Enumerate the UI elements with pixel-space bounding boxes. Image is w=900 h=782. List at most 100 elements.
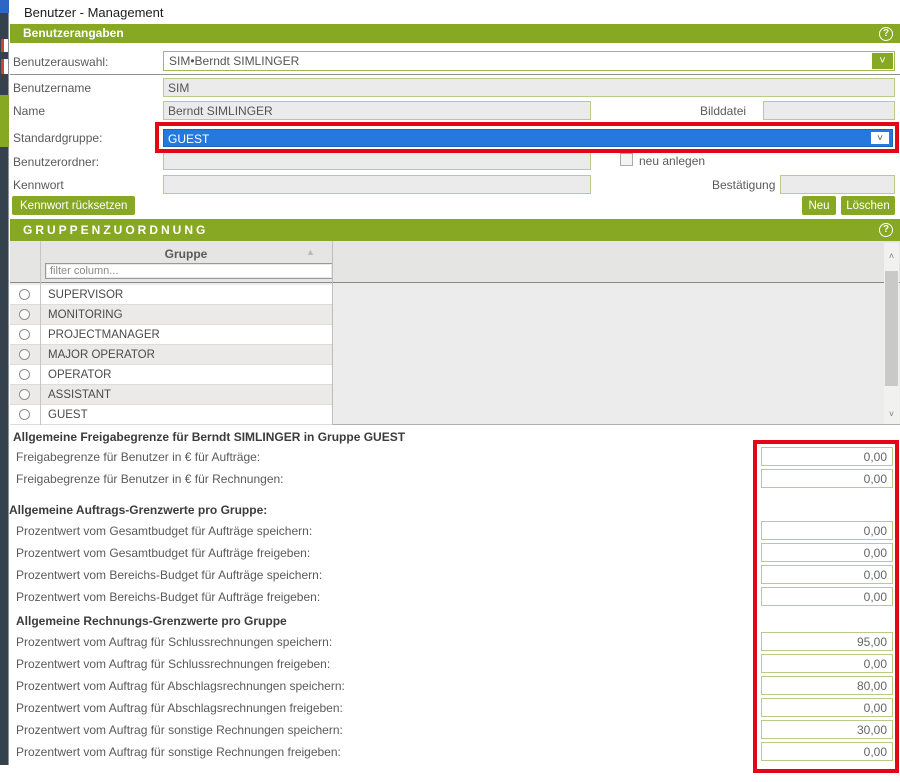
group-radio[interactable] (19, 389, 30, 400)
group-radio[interactable] (19, 369, 30, 380)
scroll-up-icon[interactable]: ˄ (884, 249, 899, 264)
group-name: OPERATOR (48, 369, 111, 381)
table-row[interactable]: SUPERVISOR (10, 285, 332, 305)
limit-value-field[interactable] (761, 521, 893, 540)
group-name: SUPERVISOR (48, 289, 123, 301)
benutzerordner-field[interactable] (163, 151, 591, 170)
scrollbar-thumb[interactable] (885, 271, 898, 386)
group-radio[interactable] (19, 329, 30, 340)
limit-value-field[interactable] (761, 469, 893, 488)
standardgruppe-label: Standardgruppe: (13, 131, 102, 145)
kennwort-field[interactable] (163, 175, 591, 194)
benutzername-label: Benutzername (13, 81, 91, 95)
table-row[interactable]: PROJECTMANAGER (10, 325, 332, 345)
kennwort-label: Kennwort (13, 178, 64, 192)
group-table-header: Gruppe ▲ (10, 241, 900, 283)
table-row[interactable]: MAJOR OPERATOR (10, 345, 332, 365)
bestaetigung-field[interactable] (780, 175, 895, 194)
standardgruppe-value: GUEST (168, 132, 209, 146)
filter-column-input[interactable] (45, 263, 333, 279)
bilddatei-field[interactable] (763, 101, 895, 120)
limit-value-field[interactable] (761, 676, 893, 695)
section-divider (10, 74, 900, 75)
table-row[interactable]: GUEST (10, 405, 332, 425)
limit-value-field[interactable] (761, 720, 893, 739)
limit-value-field[interactable] (761, 698, 893, 717)
group-radio[interactable] (19, 349, 30, 360)
benutzerangaben-header: Benutzerangaben ? (10, 24, 900, 43)
neu-button[interactable]: Neu (802, 196, 836, 215)
table-row[interactable]: MONITORING (10, 305, 332, 325)
cell-divider (40, 385, 41, 405)
limit-value-field[interactable] (761, 565, 893, 584)
cell-divider (40, 325, 41, 345)
cell-divider (40, 365, 41, 385)
limit-value-field[interactable] (761, 632, 893, 651)
table-row[interactable]: OPERATOR (10, 365, 332, 385)
name-label: Name (13, 104, 45, 118)
benutzername-field[interactable] (163, 78, 895, 97)
limit-value-field[interactable] (761, 742, 893, 761)
group-name: MONITORING (48, 309, 123, 321)
window-title: Benutzer - Management (24, 5, 163, 20)
dock-active-segment (0, 95, 9, 147)
dock-strip (0, 0, 9, 765)
limit-value-field[interactable] (761, 447, 893, 466)
cell-divider (40, 405, 41, 425)
kennwort-ruecksetzen-button[interactable]: Kennwort rücksetzen (12, 196, 135, 215)
section-heading: Allgemeine Auftrags-Grenzwerte pro Grupp… (9, 503, 267, 517)
name-field[interactable] (163, 101, 591, 120)
limit-label: Prozentwert vom Auftrag für Schlussrechn… (16, 657, 330, 671)
neu-anlegen-label: neu anlegen (639, 154, 705, 168)
standardgruppe-dropdown-icon[interactable]: ˅ (870, 131, 890, 145)
group-name: ASSISTANT (48, 389, 111, 401)
group-name: GUEST (48, 409, 88, 421)
help-icon[interactable]: ? (879, 27, 893, 41)
cell-divider (40, 305, 41, 325)
limit-label: Freigabegrenze für Benutzer in € für Auf… (16, 450, 260, 464)
help-icon[interactable]: ? (879, 223, 893, 237)
dock-app-icon[interactable] (0, 0, 9, 13)
table-row[interactable]: ASSISTANT (10, 385, 332, 405)
group-radio[interactable] (19, 409, 30, 420)
benutzerangaben-header-title: Benutzerangaben (23, 26, 124, 40)
limit-label: Prozentwert vom Auftrag für Abschlagsrec… (16, 701, 343, 715)
limit-label: Prozentwert vom Auftrag für Schlussrechn… (16, 635, 332, 649)
benutzerauswahl-combobox[interactable]: SIM•Berndt SIMLINGER ˅ (163, 51, 895, 71)
limit-label: Prozentwert vom Auftrag für sonstige Rec… (16, 745, 341, 759)
section-heading: Allgemeine Rechnungs-Grenzwerte pro Grup… (16, 614, 287, 628)
neu-anlegen-checkbox[interactable] (620, 153, 633, 166)
scroll-down-icon[interactable]: ˅ (884, 407, 899, 422)
limit-label: Prozentwert vom Gesamtbudget für Aufträg… (16, 546, 310, 560)
group-radio[interactable] (19, 289, 30, 300)
loeschen-button[interactable]: Löschen (841, 196, 895, 215)
group-name: PROJECTMANAGER (48, 329, 160, 341)
dock-pinned-icon-2[interactable] (1, 59, 8, 74)
limit-label: Freigabegrenze für Benutzer in € für Rec… (16, 472, 284, 486)
limit-value-field[interactable] (761, 654, 893, 673)
limit-value-field[interactable] (761, 587, 893, 606)
bestaetigung-label: Bestätigung (712, 178, 775, 192)
dock-pinned-icon-1[interactable] (1, 39, 8, 52)
benutzerauswahl-dropdown-icon[interactable]: ˅ (872, 53, 893, 69)
standardgruppe-select[interactable]: GUEST ˅ (163, 129, 893, 147)
benutzerauswahl-label: Benutzerauswahl: (13, 55, 108, 69)
limit-label: Prozentwert vom Bereichs-Budget für Auft… (16, 590, 320, 604)
cell-divider (40, 285, 41, 305)
column-divider (332, 241, 333, 425)
benutzerordner-label: Benutzerordner: (13, 155, 99, 169)
gruppe-column-header[interactable]: Gruppe (40, 247, 332, 261)
group-table: Gruppe ▲ SUPERVISOR MONITORING PROJECTMA… (10, 241, 900, 425)
bilddatei-label: Bilddatei (700, 104, 746, 118)
gruppenzuordnung-header: GRUPPENZUORDNUNG ? (10, 219, 900, 241)
limit-label: Prozentwert vom Auftrag für Abschlagsrec… (16, 679, 345, 693)
section-heading: Allgemeine Freigabegrenze für Berndt SIM… (13, 430, 405, 444)
limit-label: Prozentwert vom Auftrag für sonstige Rec… (16, 723, 343, 737)
limit-value-field[interactable] (761, 543, 893, 562)
group-name: MAJOR OPERATOR (48, 349, 155, 361)
gruppenzuordnung-header-title: GRUPPENZUORDNUNG (23, 223, 208, 237)
group-radio[interactable] (19, 309, 30, 320)
cell-divider (40, 345, 41, 365)
sort-asc-icon[interactable]: ▲ (306, 247, 315, 257)
table-scrollbar[interactable]: ˄ ˅ (884, 243, 899, 424)
